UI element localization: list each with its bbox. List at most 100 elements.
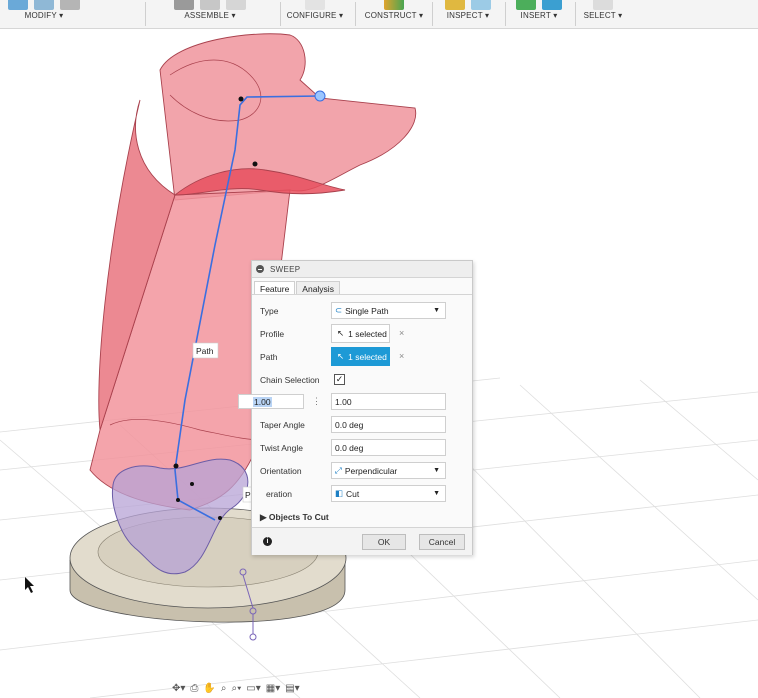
path-point (252, 161, 258, 167)
toolbar-label-construct: CONSTRUCT ▾ (364, 11, 424, 20)
distance-inline-input[interactable]: 1.00 (238, 394, 304, 409)
dialog-tabs: Feature Analysis (252, 278, 472, 295)
measure-icon[interactable] (445, 0, 465, 10)
orientation-label: Orientation (260, 466, 302, 476)
joint-origin-icon[interactable] (226, 0, 246, 10)
twist-angle-input[interactable]: 0.0 deg (331, 439, 446, 456)
toolbar-group-select[interactable]: SELECT ▾ (583, 0, 623, 28)
path-point (218, 516, 222, 520)
grid-settings-icon[interactable]: ▦▾ (266, 683, 280, 694)
path-tag: Path (192, 342, 219, 359)
move-icon[interactable] (60, 0, 80, 10)
operation-label: eration (266, 489, 292, 499)
path-end-icon[interactable] (314, 90, 326, 102)
orientation-value: Perpendicular (344, 465, 398, 476)
orbit-icon[interactable]: ✥▾ (172, 683, 185, 694)
insert-derive-icon[interactable] (516, 0, 536, 10)
operation-value: Cut (346, 488, 360, 499)
navigation-bar: ✥▾ ⎙ ✋ ⌕ ⌕▾ ▭▾ ▦▾ ▤▾ (172, 680, 300, 696)
look-at-icon[interactable]: ⎙ (190, 683, 198, 694)
mouse-cursor-icon (25, 577, 34, 593)
insert-image-icon[interactable] (542, 0, 562, 10)
toolbar-divider (145, 2, 146, 26)
ok-button[interactable]: OK (362, 534, 406, 550)
tab-feature[interactable]: Feature (254, 281, 296, 294)
type-value: Single Path (345, 305, 389, 316)
distance-inline-value: 1.00 (253, 396, 272, 407)
section-analysis-icon[interactable] (471, 0, 491, 10)
select-cursor-icon[interactable] (593, 0, 613, 10)
path-point (238, 96, 244, 102)
toolbar-group-insert[interactable]: INSERT ▾ (513, 0, 565, 28)
distance-value: 1.00 (335, 396, 352, 407)
profile-clear-icon[interactable]: × (399, 328, 404, 338)
dialog-footer: i OK Cancel (252, 527, 472, 555)
pan-icon[interactable]: ✋ (203, 683, 215, 694)
toolbar-divider (355, 2, 356, 26)
toolbar-group-configure[interactable]: CONFIGURE ▾ (287, 0, 343, 28)
cancel-button[interactable]: Cancel (419, 534, 465, 550)
toolbar-label-modify: MODIFY ▾ (24, 11, 64, 20)
toolbar-label-insert: INSERT ▾ (520, 11, 558, 20)
cursor-icon: ↖ (337, 351, 345, 361)
zoom-window-icon[interactable]: ⌕▾ (231, 683, 241, 694)
profile-label: Profile (260, 329, 285, 339)
toolbar-divider (505, 2, 506, 26)
chain-selection-label: Chain Selection (260, 375, 320, 385)
collapse-icon[interactable] (256, 265, 264, 273)
display-settings-icon[interactable]: ▭▾ (246, 683, 260, 694)
operation-select[interactable]: ◧ Cut ▼ (331, 485, 446, 502)
fillet-icon[interactable] (34, 0, 54, 10)
profile-select-button[interactable]: ↖ 1 selected (331, 324, 390, 343)
profile-selected-count: 1 selected (348, 328, 387, 339)
type-select[interactable]: ⊂ Single Path ▼ (331, 302, 446, 319)
as-built-joint-icon[interactable] (200, 0, 220, 10)
toolbar-group-inspect[interactable]: INSPECT ▾ (443, 0, 493, 28)
path-clear-icon[interactable]: × (399, 351, 404, 361)
toolbar-label-select: SELECT ▾ (583, 11, 623, 20)
chain-selection-checkbox[interactable]: ✓ (334, 374, 345, 385)
dialog-header[interactable]: SWEEP (252, 261, 472, 278)
toolbar-divider (432, 2, 433, 26)
toolbar-divider (280, 2, 281, 26)
info-icon[interactable]: i (263, 537, 272, 546)
toolbar-label-configure: CONFIGURE ▾ (286, 11, 344, 20)
orientation-select[interactable]: ⤢ Perpendicular ▼ (331, 462, 446, 479)
zoom-icon[interactable]: ⌕ (221, 683, 227, 694)
taper-angle-value: 0.0 deg (335, 419, 364, 430)
path-selected-count: 1 selected (348, 351, 387, 362)
distance-input[interactable]: 1.00 (331, 393, 446, 410)
twist-angle-label: Twist Angle (260, 443, 303, 453)
cut-icon: ◧ (335, 488, 344, 498)
dialog-title: SWEEP (270, 264, 301, 274)
taper-angle-label: Taper Angle (260, 420, 305, 430)
viewports-icon[interactable]: ▤▾ (285, 683, 299, 694)
toolbar-group-modify[interactable]: MODIFY ▾ (8, 0, 80, 28)
path-label: Path (260, 352, 278, 362)
tab-analysis[interactable]: Analysis (296, 281, 340, 294)
path-select-button[interactable]: ↖ 1 selected (331, 347, 390, 366)
toolbar-group-construct[interactable]: CONSTRUCT ▾ (364, 0, 424, 28)
toolbar-label-inspect: INSPECT ▾ (446, 11, 490, 20)
plane-icon[interactable] (384, 0, 404, 10)
single-path-icon: ⊂ (335, 305, 343, 315)
objects-to-cut-label: Objects To Cut (268, 512, 329, 522)
type-label: Type (260, 306, 279, 316)
path-point (176, 498, 180, 502)
svg-text:Path: Path (196, 346, 214, 356)
sweep-dialog: SWEEP Feature Analysis Type ⊂ Single Pat… (238, 260, 473, 555)
chevron-down-icon: ▼ (433, 490, 440, 497)
press-pull-icon[interactable] (8, 0, 28, 10)
path-point (173, 463, 179, 469)
toolbar-group-assemble[interactable]: ASSEMBLE ▾ (160, 0, 260, 28)
cursor-icon: ↖ (337, 328, 345, 338)
chevron-down-icon: ▼ (433, 467, 440, 474)
more-options-icon[interactable]: ⋮ (312, 396, 321, 407)
toolbar: MODIFY ▾ ASSEMBLE ▾ CONFIGURE ▾ CONSTRUC… (0, 0, 758, 29)
configure-icon[interactable] (305, 0, 325, 10)
expand-triangle-icon: ▶ (260, 512, 267, 522)
joint-icon[interactable] (174, 0, 194, 10)
taper-angle-input[interactable]: 0.0 deg (331, 416, 446, 433)
objects-to-cut-section[interactable]: ▶ Objects To Cut (260, 512, 329, 523)
toolbar-divider (575, 2, 576, 26)
